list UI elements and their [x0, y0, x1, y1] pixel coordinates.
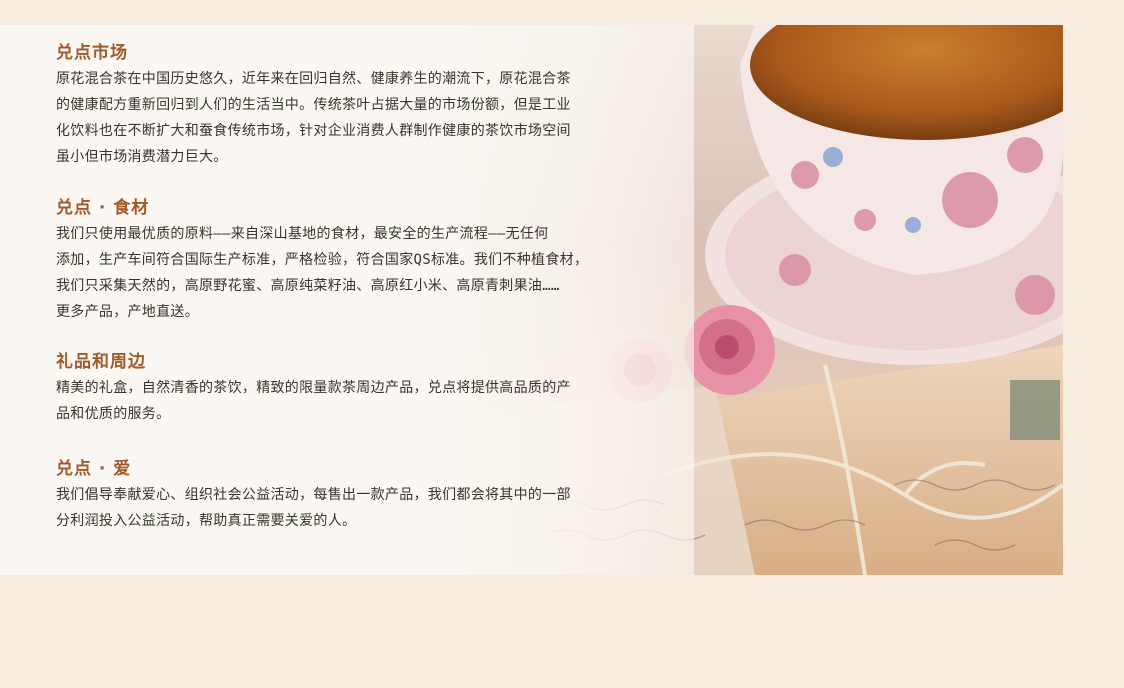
- body-line: 我们只采集天然的，高原野花蜜、高原纯菜籽油、高原红小米、高原青刺果油……: [56, 278, 560, 294]
- body-line: 添加，生产车间符合国际生产标准，严格检验，符合国家QS标准。我们不种植食材，: [56, 252, 589, 268]
- body-line: 精美的礼盒，自然清香的茶饮，精致的限量款茶周边产品，兑点将提供高品质的产: [56, 380, 571, 396]
- body-line: 化饮料也在不断扩大和蚕食传统市场，针对企业消费人群制作健康的茶饮市场空间: [56, 123, 571, 139]
- section-body: 我们只使用最优质的原料——来自深山基地的食材，最安全的生产流程——无任何 添加，…: [56, 221, 588, 325]
- body-line: 我们倡导奉献爱心、组织社会公益活动，每售出一款产品，我们都会将其中的一部: [56, 487, 571, 503]
- body-line: 品和优质的服务。: [56, 406, 171, 422]
- section-title: 兑点 · 爱: [56, 459, 132, 479]
- section-body: 原花混合茶在中国历史悠久，近年来在回归自然、健康养生的潮流下，原花混合茶 的健康…: [56, 66, 571, 170]
- section-title: 礼品和周边: [56, 352, 146, 372]
- body-line: 原花混合茶在中国历史悠久，近年来在回归自然、健康养生的潮流下，原花混合茶: [56, 71, 571, 87]
- section-charity: 兑点 · 爱 我们倡导奉献爱心、组织社会公益活动，每售出一款产品，我们都会将其中…: [56, 458, 571, 534]
- section-title: 兑点市场: [56, 43, 128, 63]
- section-body: 精美的礼盒，自然清香的茶饮，精致的限量款茶周边产品，兑点将提供高品质的产 品和优…: [56, 375, 571, 427]
- body-line: 分利润投入公益活动，帮助真正需要关爱的人。: [56, 513, 357, 529]
- section-market: 兑点市场 原花混合茶在中国历史悠久，近年来在回归自然、健康养生的潮流下，原花混合…: [56, 42, 571, 170]
- body-line: 更多产品，产地直送。: [56, 304, 199, 320]
- section-body: 我们倡导奉献爱心、组织社会公益活动，每售出一款产品，我们都会将其中的一部 分利润…: [56, 482, 571, 534]
- section-title: 兑点 · 食材: [56, 198, 150, 218]
- content-banner: 兑点市场 原花混合茶在中国历史悠久，近年来在回归自然、健康养生的潮流下，原花混合…: [0, 25, 1063, 575]
- body-line: 的健康配方重新回归到人们的生活当中。传统茶叶占据大量的市场份额，但是工业: [56, 97, 571, 113]
- body-line: 虽小但市场消费潜力巨大。: [56, 149, 228, 165]
- stamp-shape: [1010, 380, 1060, 440]
- section-ingredients: 兑点 · 食材 我们只使用最优质的原料——来自深山基地的食材，最安全的生产流程—…: [56, 197, 588, 325]
- section-gifts: 礼品和周边 精美的礼盒，自然清香的茶饮，精致的限量款茶周边产品，兑点将提供高品质…: [56, 351, 571, 427]
- body-line: 我们只使用最优质的原料——来自深山基地的食材，最安全的生产流程——无任何: [56, 226, 549, 242]
